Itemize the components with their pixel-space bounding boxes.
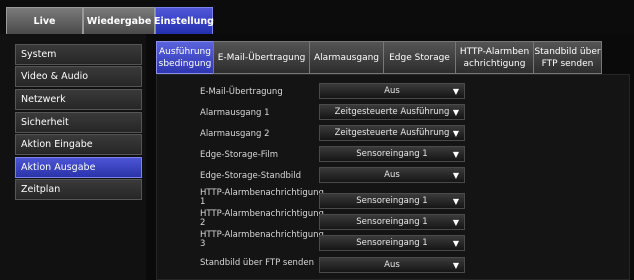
setting-select[interactable]: Zeitgesteuerte Ausführung ▼ [319, 125, 465, 141]
setting-row: Edge-Storage-Film Sensoreingang 1 ▼ [157, 146, 631, 166]
setting-label: Alarmausgang 2 [200, 129, 270, 139]
setting-label: Standbild über FTP senden [200, 258, 314, 268]
caret-down-icon: ▼ [452, 171, 459, 180]
tab-alarm-output[interactable]: Alarmausgang [309, 41, 383, 74]
select-value: Aus [384, 260, 400, 270]
sub-tabs: Ausführung sbedingung E-Mail-Übertragung … [156, 41, 602, 74]
tab-ftp-snapshot[interactable]: Standbild über FTP senden [533, 41, 602, 74]
setting-label: HTTP-Alarmbenachrichtigung 2 [200, 209, 324, 228]
setting-row: Alarmausgang 2 Zeitgesteuerte Ausführung… [157, 125, 631, 145]
sidebar-item-security[interactable]: Sicherheit [15, 112, 142, 133]
tab-live[interactable]: Live [6, 7, 83, 34]
setting-label: Edge-Storage-Standbild [200, 171, 302, 181]
tab-label: sbedingung [158, 58, 212, 69]
setting-row: Edge-Storage-Standbild Aus ▼ [157, 167, 631, 187]
sidebar-item-action-input[interactable]: Aktion Eingabe [15, 134, 142, 155]
select-value: Aus [384, 170, 400, 180]
setting-row: E-Mail-Übertragung Aus ▼ [157, 83, 631, 103]
sidebar: System Video & Audio Netzwerk Sicherheit… [0, 34, 146, 280]
select-value: Sensoreingang 1 [356, 149, 428, 159]
tab-label: FTP senden [541, 58, 594, 69]
setting-select[interactable]: Sensoreingang 1 ▼ [319, 235, 465, 251]
select-value: Sensoreingang 1 [356, 238, 428, 248]
select-value: Zeitgesteuerte Ausführung [334, 107, 450, 117]
sidebar-item-action-output[interactable]: Aktion Ausgabe [15, 157, 142, 178]
select-value: Aus [384, 86, 400, 96]
tab-label: achrichtigung [463, 58, 526, 69]
setting-label: HTTP-Alarmbenachrichtigung 1 [200, 188, 324, 207]
setting-select[interactable]: Zeitgesteuerte Ausführung ▼ [319, 104, 465, 120]
tab-execution-condition[interactable]: Ausführung sbedingung [156, 41, 213, 74]
select-value: Sensoreingang 1 [356, 217, 428, 227]
tab-playback[interactable]: Wiedergabe [83, 7, 155, 34]
tab-label: Standbild über [534, 46, 601, 57]
setting-label: E-Mail-Übertragung [200, 87, 283, 97]
tab-http-alarm-notification[interactable]: HTTP-Alarmben achrichtigung [455, 41, 533, 74]
setting-select[interactable]: Aus ▼ [319, 83, 465, 99]
sidebar-item-system[interactable]: System [15, 44, 142, 65]
setting-row: HTTP-Alarmbenachrichtigung 1 Sensoreinga… [157, 187, 631, 209]
main-content: Ausführung sbedingung E-Mail-Übertragung … [146, 34, 634, 280]
setting-select[interactable]: Sensoreingang 1 ▼ [319, 193, 465, 209]
caret-down-icon: ▼ [452, 218, 459, 227]
setting-row: Alarmausgang 1 Zeitgesteuerte Ausführung… [157, 104, 631, 124]
top-bar: Live Wiedergabe Einstellung [0, 0, 634, 34]
tab-email-transfer[interactable]: E-Mail-Übertragung [213, 41, 309, 74]
caret-down-icon: ▼ [452, 87, 459, 96]
tab-edge-storage[interactable]: Edge Storage [383, 41, 455, 74]
sidebar-item-network[interactable]: Netzwerk [15, 89, 142, 110]
select-value: Zeitgesteuerte Ausführung [334, 128, 450, 138]
tab-label: Ausführung [159, 46, 211, 57]
setting-select[interactable]: Sensoreingang 1 ▼ [319, 214, 465, 230]
top-navigation: Live Wiedergabe Einstellung [6, 7, 214, 34]
setting-select[interactable]: Aus ▼ [319, 257, 465, 273]
setting-label: HTTP-Alarmbenachrichtigung 3 [200, 230, 324, 249]
select-value: Sensoreingang 1 [356, 196, 428, 206]
settings-panel: E-Mail-Übertragung Aus ▼ Alarmausgang 1 Z… [156, 74, 630, 280]
caret-down-icon: ▼ [452, 261, 459, 270]
setting-select[interactable]: Sensoreingang 1 ▼ [319, 146, 465, 162]
tab-settings[interactable]: Einstellung [154, 7, 214, 34]
caret-down-icon: ▼ [452, 129, 459, 138]
setting-label: Edge-Storage-Film [200, 150, 279, 160]
sidebar-item-video-audio[interactable]: Video & Audio [15, 66, 142, 87]
setting-label: Alarmausgang 1 [200, 108, 270, 118]
setting-row: HTTP-Alarmbenachrichtigung 3 Sensoreinga… [157, 229, 631, 251]
caret-down-icon: ▼ [452, 108, 459, 117]
caret-down-icon: ▼ [452, 150, 459, 159]
caret-down-icon: ▼ [452, 239, 459, 248]
sidebar-item-schedule[interactable]: Zeitplan [15, 179, 142, 200]
tab-label: HTTP-Alarmben [459, 46, 530, 57]
setting-select[interactable]: Aus ▼ [319, 167, 465, 183]
setting-row: Standbild über FTP senden Aus ▼ [157, 254, 631, 274]
setting-row: HTTP-Alarmbenachrichtigung 2 Sensoreinga… [157, 208, 631, 230]
caret-down-icon: ▼ [452, 197, 459, 206]
